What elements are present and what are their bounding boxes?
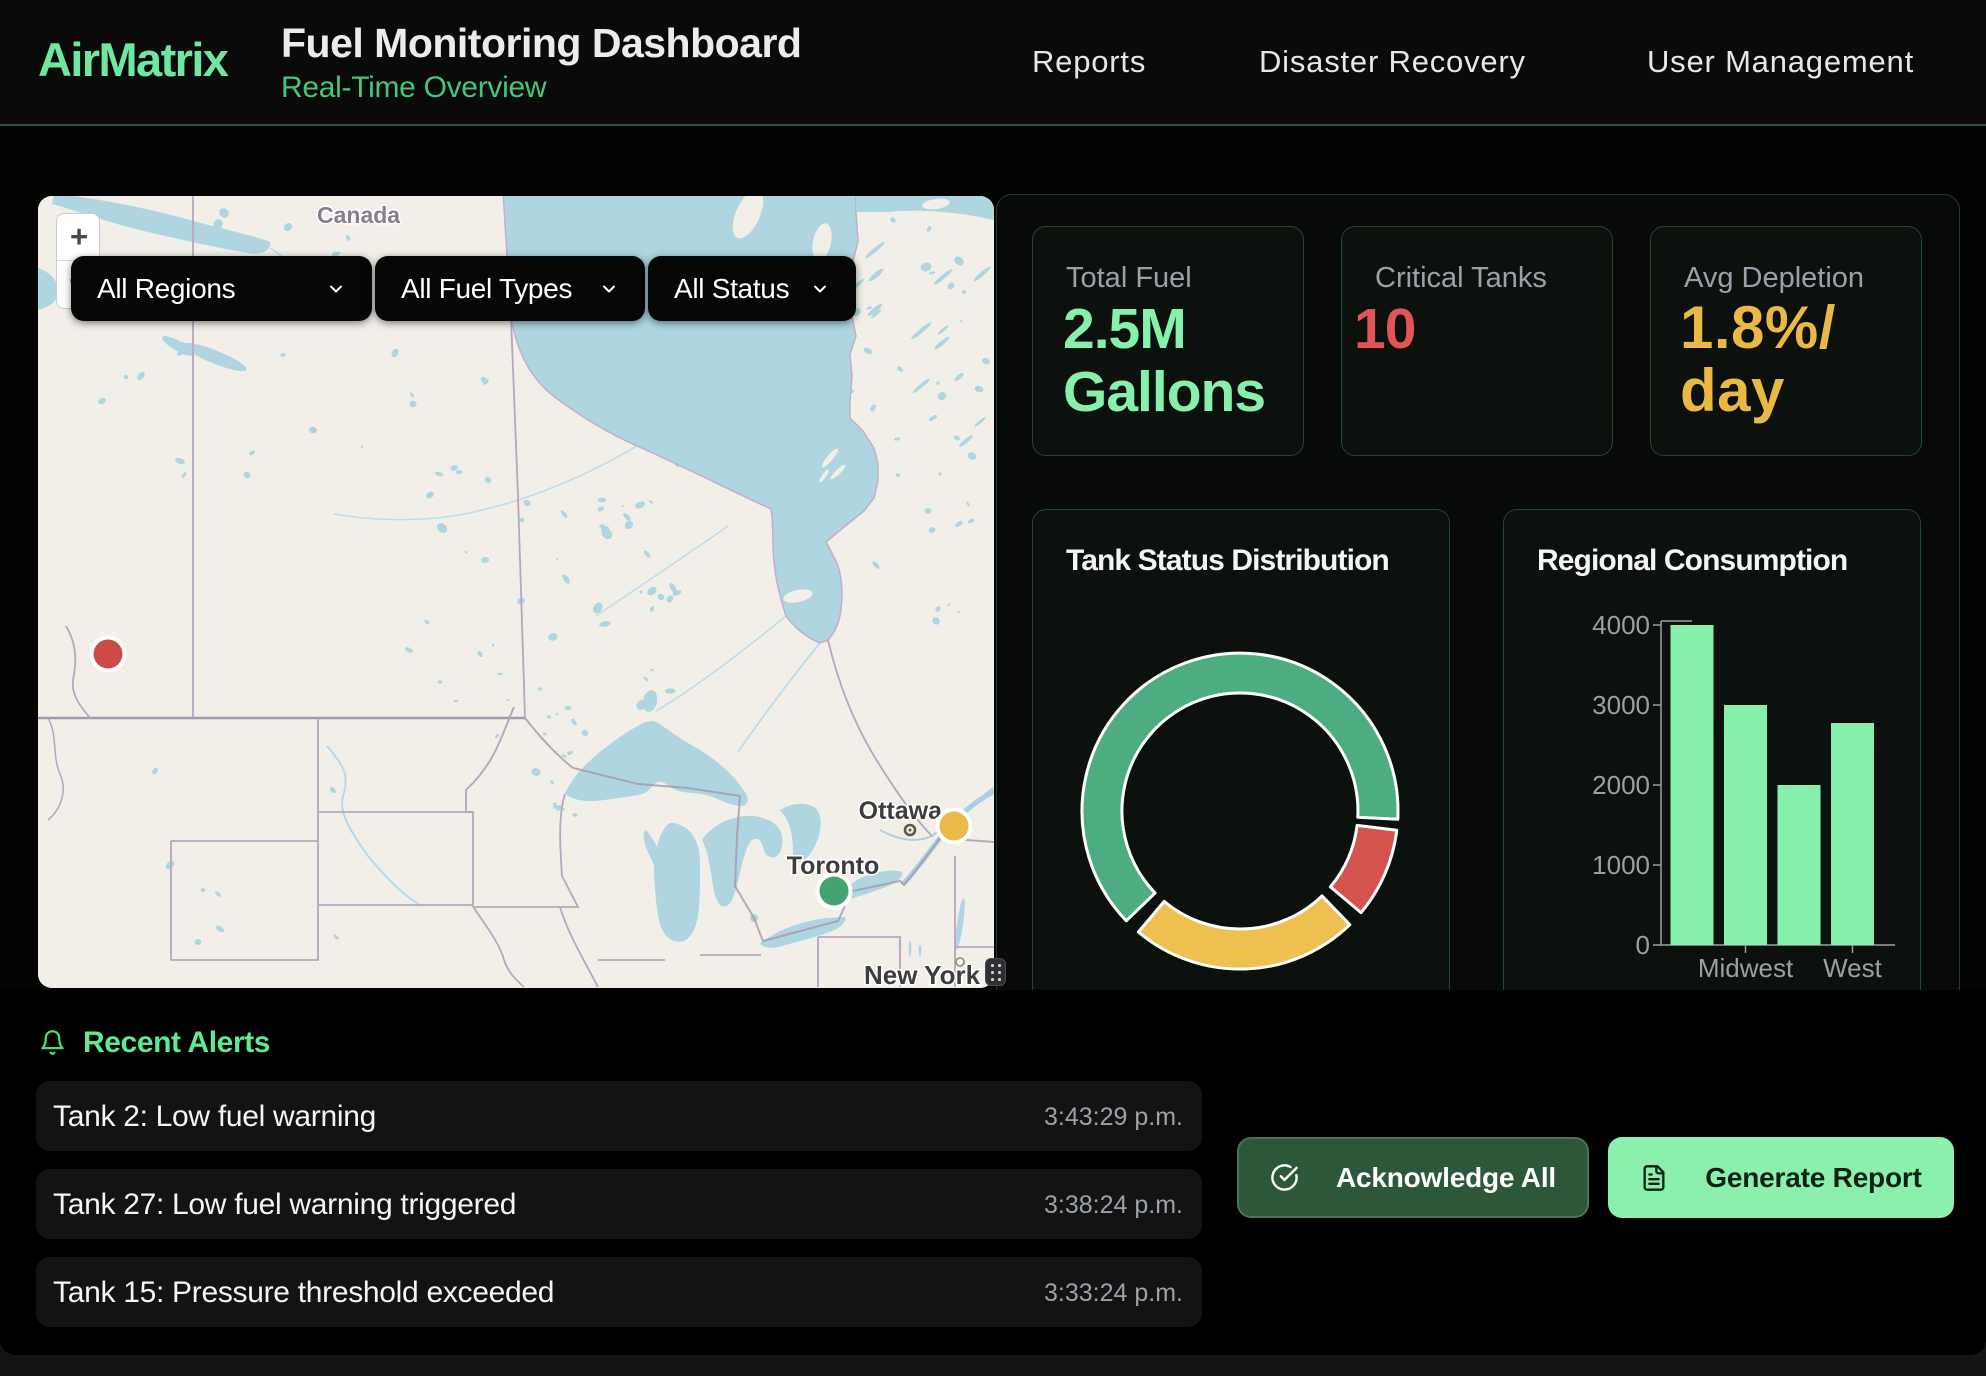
svg-text:West: West [1823,953,1883,983]
svg-text:Canada: Canada [317,202,400,228]
svg-text:1000: 1000 [1592,850,1650,880]
svg-text:4000: 4000 [1592,610,1650,640]
svg-text:2000: 2000 [1592,770,1650,800]
svg-text:0: 0 [1636,930,1650,960]
svg-text:Ottawa: Ottawa [859,797,943,825]
svg-text:3000: 3000 [1592,690,1650,720]
svg-text:Midwest: Midwest [1698,953,1794,983]
